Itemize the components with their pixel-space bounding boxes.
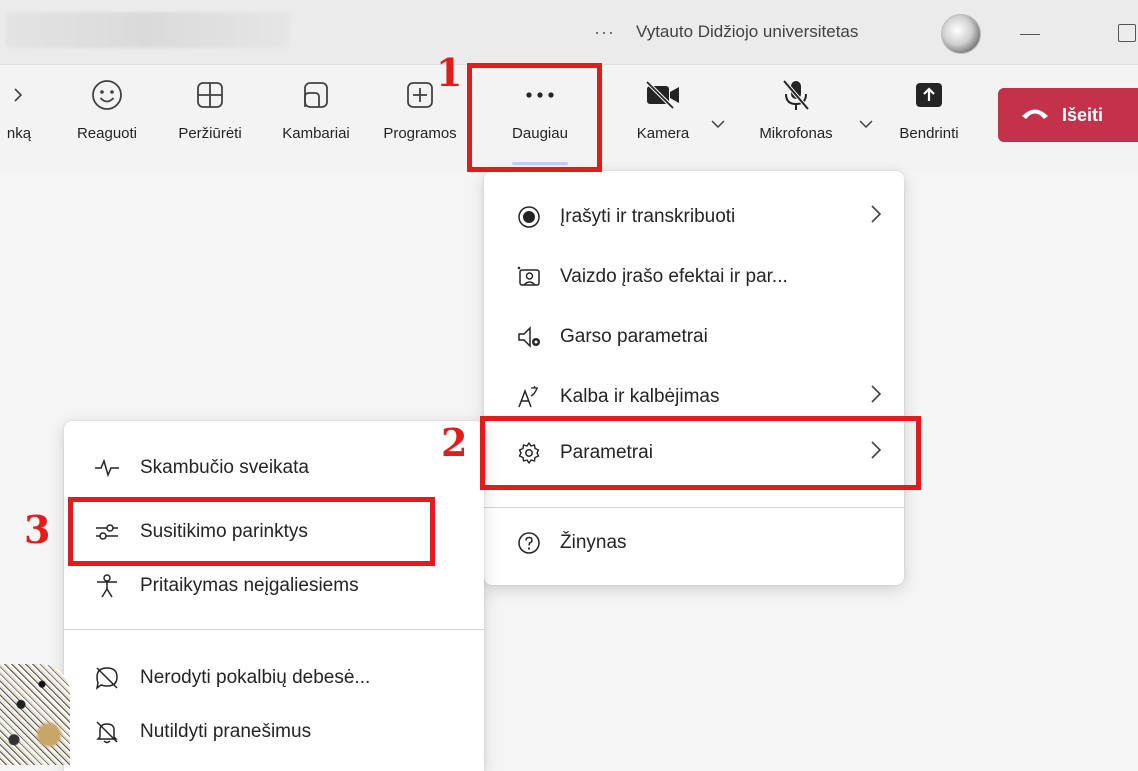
submenu-item-mute-notifications[interactable]: Nutildyti pranešimus (64, 706, 484, 758)
call-health-icon (90, 458, 124, 478)
chevron-right-icon (870, 384, 882, 410)
camera-options-chevron-icon[interactable] (710, 117, 726, 132)
camera-off-icon (643, 65, 683, 125)
apps-label: Programos (383, 125, 457, 142)
breakout-rooms-icon (300, 65, 332, 125)
meeting-toolbar: nką Reaguoti Peržiūrėti Kambariai Progra… (0, 65, 1138, 170)
submenu-item-meeting-options[interactable]: Susitikimo parinktys (64, 506, 484, 558)
submenu-item-label: Susitikimo parinktys (140, 521, 308, 542)
grid-view-icon (194, 65, 226, 125)
toolbar-partial-label: nką (6, 125, 32, 142)
hang-up-icon (1020, 105, 1050, 126)
more-button[interactable]: Daugiau (482, 65, 598, 165)
annotation-number-1: 1 (436, 50, 463, 95)
submenu-item-call-health[interactable]: Skambučio sveikata (64, 442, 484, 494)
participant-avatar (0, 664, 70, 765)
bell-off-icon (90, 719, 124, 745)
chat-bubbles-off-icon (90, 665, 124, 691)
menu-item-record[interactable]: Įrašyti ir transkribuoti (484, 191, 904, 243)
submenu-item-label: Nutildyti pranešimus (140, 721, 312, 742)
chevron-right-icon (870, 440, 882, 466)
settings-submenu: Skambučio sveikata Susitikimo parinktys … (64, 421, 484, 771)
rooms-label: Kambariai (282, 125, 350, 142)
more-active-indicator (512, 162, 568, 165)
submenu-item-label: Nerodyti pokalbių debesė... (140, 667, 371, 688)
view-label: Peržiūrėti (178, 125, 242, 142)
menu-item-label: Vaizdo įrašo efektai ir par... (560, 266, 788, 287)
minimize-window-button[interactable] (1020, 34, 1040, 35)
rooms-button[interactable]: Kambariai (264, 65, 368, 165)
menu-item-label: Žinynas (560, 532, 627, 553)
help-icon (512, 531, 546, 555)
share-button[interactable]: Bendrinti (884, 65, 974, 165)
chevron-right-icon (9, 65, 29, 125)
view-button[interactable]: Peržiūrėti (162, 65, 258, 165)
language-icon (512, 384, 546, 410)
microphone-off-icon (778, 65, 814, 125)
react-button[interactable]: Reaguoti (64, 65, 150, 165)
menu-item-audio-settings[interactable]: Garso parametrai (484, 311, 904, 363)
leave-label: Išeiti (1062, 104, 1104, 125)
submenu-item-accessibility[interactable]: Pritaikymas neįgaliesiems (64, 560, 484, 612)
blurred-meeting-title (6, 12, 290, 48)
more-label: Daugiau (512, 125, 568, 142)
submenu-divider (64, 629, 484, 630)
menu-item-label: Kalba ir kalbėjimas (560, 386, 720, 407)
menu-item-settings[interactable]: Parametrai (484, 427, 904, 479)
chevron-right-icon (870, 204, 882, 230)
share-label: Bendrinti (899, 125, 959, 142)
title-bar: ··· Vytauto Didžiojo universitetas (0, 0, 1138, 65)
meeting-options-icon (90, 522, 124, 542)
maximize-window-button[interactable] (1118, 24, 1136, 42)
annotation-number-2: 2 (441, 420, 468, 465)
share-screen-icon (913, 65, 945, 125)
camera-button[interactable]: Kamera (618, 65, 708, 165)
organization-name: Vytauto Didžiojo universitetas (636, 22, 859, 41)
menu-item-label: Įrašyti ir transkribuoti (560, 206, 736, 227)
speaker-settings-icon (512, 325, 546, 349)
microphone-button[interactable]: Mikrofonas (740, 65, 852, 165)
more-dots-icon (523, 65, 557, 125)
title-more-button[interactable]: ··· (594, 22, 615, 43)
accessibility-icon (90, 573, 124, 599)
submenu-item-label: Pritaikymas neįgaliesiems (140, 575, 359, 596)
menu-item-label: Parametrai (560, 442, 653, 463)
smiley-icon (90, 65, 124, 125)
annotation-number-3: 3 (24, 507, 51, 552)
toolbar-partial-button[interactable]: nką (0, 65, 44, 165)
menu-item-help[interactable]: Žinynas (484, 517, 904, 569)
submenu-item-hide-chat-bubbles[interactable]: Nerodyti pokalbių debesė... (64, 652, 484, 704)
menu-item-language[interactable]: Kalba ir kalbėjimas (484, 371, 904, 423)
add-app-icon (404, 65, 436, 125)
menu-divider (484, 507, 904, 508)
menu-item-video-effects[interactable]: Vaizdo įrašo efektai ir par... (484, 251, 904, 303)
account-avatar[interactable] (941, 14, 981, 54)
microphone-label: Mikrofonas (759, 125, 833, 142)
leave-meeting-button[interactable]: Išeiti (998, 88, 1138, 142)
menu-item-label: Garso parametrai (560, 326, 708, 347)
microphone-options-chevron-icon[interactable] (858, 117, 874, 132)
camera-label: Kamera (636, 125, 690, 142)
gear-icon (512, 441, 546, 465)
more-options-menu: Įrašyti ir transkribuoti Vaizdo įrašo ef… (484, 171, 904, 585)
submenu-item-label: Skambučio sveikata (140, 457, 309, 478)
video-effects-icon (512, 265, 546, 289)
react-label: Reaguoti (76, 125, 138, 142)
record-icon (512, 205, 546, 229)
